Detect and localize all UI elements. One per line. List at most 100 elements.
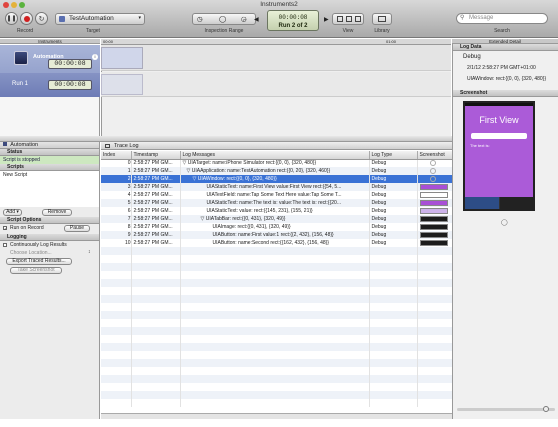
screenshot-preview[interactable]: First View The text is: [463, 101, 535, 211]
screenshot-thumbnail[interactable] [419, 183, 448, 190]
previous-run-icon[interactable]: ◀ [254, 16, 259, 23]
table-row[interactable]: 5 2:58:27 PM GM... UIAStaticText: name:The… [101, 199, 453, 207]
detail-jump-bar[interactable]: Trace Log [101, 142, 452, 150]
cell-screenshot[interactable] [417, 223, 453, 231]
cell-screenshot[interactable] [417, 239, 453, 247]
logging-header[interactable]: Logging [0, 234, 99, 241]
view-control[interactable] [332, 13, 364, 25]
continuous-log-checkbox[interactable] [3, 243, 7, 247]
screenshot-thumbnail[interactable] [419, 239, 448, 246]
script-buttons: Add ▾ Remove [0, 207, 99, 217]
column-header-log-messages[interactable]: Log Messages [180, 151, 370, 160]
cell-message: UIAStaticText: name:The text is: value:T… [180, 199, 370, 207]
cell-screenshot[interactable] [417, 231, 453, 239]
inspection-range-control[interactable]: ◷ ◯ ◶ [192, 13, 256, 25]
column-header-index[interactable]: Index [101, 151, 132, 160]
record-button[interactable] [20, 12, 33, 25]
screenshot-thumbnail[interactable] [419, 231, 448, 238]
take-screenshot-button[interactable]: Take Screenshot [10, 267, 62, 274]
run-on-record-checkbox[interactable]: ✓ [3, 226, 7, 231]
cell-screenshot[interactable] [417, 159, 453, 167]
remove-script-button[interactable]: Remove [42, 209, 72, 216]
table-scrollbar[interactable] [101, 413, 452, 419]
column-header-timestamp[interactable]: Timestamp [131, 151, 181, 160]
screenshot-thumbnail[interactable] [429, 160, 436, 167]
cell-timestamp: 2:58:27 PM GM... [131, 199, 181, 207]
restart-button[interactable]: ↻ [35, 12, 48, 25]
empty-cell [180, 391, 370, 399]
slider-knob[interactable] [543, 406, 549, 412]
table-row[interactable]: 3 2:58:27 PM GM... UIAStaticText: name:Fir… [101, 183, 453, 191]
scripts-header[interactable]: Scripts [0, 164, 99, 171]
screenshot-thumbnail[interactable] [419, 207, 448, 214]
library-button[interactable] [372, 13, 392, 25]
view-left-pane-icon[interactable] [337, 16, 343, 22]
detail-log-time: 2/1/12 2:58:27 PM GMT+01:00 [467, 65, 536, 71]
cell-screenshot[interactable] [417, 183, 453, 191]
column-header-screenshot[interactable]: Screenshot [417, 151, 453, 160]
range-start-icon[interactable]: ◷ [197, 15, 203, 23]
table-row[interactable]: 1 2:58:27 PM GM... ▽ UIAApplication: name:… [101, 167, 453, 175]
pause-script-button[interactable]: Pause [64, 225, 90, 232]
empty-row [101, 311, 453, 319]
script-list[interactable] [0, 179, 99, 207]
table-row[interactable]: 8 2:58:27 PM GM... UIAImage: rect:{{0, 431… [101, 223, 453, 231]
rotate-icon[interactable]: ◯ [501, 219, 508, 226]
target-popup[interactable]: TestAutomation ▾ [55, 13, 145, 25]
trace-log-label[interactable]: Trace Log [114, 143, 139, 149]
screenshot-thumbnail[interactable] [419, 191, 448, 198]
search-input[interactable]: ⚲ Message [456, 13, 548, 24]
screenshot-thumbnail[interactable] [419, 223, 448, 230]
empty-cell [131, 311, 181, 319]
zoom-slider[interactable] [457, 406, 555, 412]
range-end-icon[interactable]: ◶ [241, 15, 247, 23]
view-bottom-pane-icon[interactable] [346, 16, 352, 22]
cell-screenshot[interactable] [417, 215, 453, 223]
range-clear-icon[interactable]: ◯ [219, 15, 226, 23]
empty-cell [101, 359, 132, 367]
run-track[interactable] [101, 72, 451, 97]
automation-track[interactable] [101, 45, 451, 71]
cell-screenshot[interactable] [417, 199, 453, 207]
table-row[interactable]: 0 2:58:27 PM GM... ▽ UIATarget: name:iPhon… [101, 159, 453, 167]
pause-button[interactable]: ❚❚ [5, 12, 18, 25]
cell-screenshot[interactable] [417, 191, 453, 199]
screenshot-header[interactable]: Screenshot [453, 90, 558, 97]
screenshot-thumbnail[interactable] [419, 215, 448, 222]
screenshot-thumbnail[interactable] [419, 199, 448, 206]
status-header[interactable]: Status [0, 149, 99, 156]
empty-cell [180, 351, 370, 359]
next-run-icon[interactable]: ▶ [324, 16, 329, 23]
location-stepper-icon[interactable]: ↕ [88, 249, 91, 255]
empty-cell [101, 383, 132, 391]
view-right-pane-icon[interactable] [355, 16, 361, 22]
table-row[interactable]: 6 2:58:27 PM GM... UIAStaticText: value: r… [101, 207, 453, 215]
script-options-header[interactable]: Script Options [0, 217, 99, 224]
screenshot-thumbnail[interactable] [429, 167, 436, 174]
restart-icon: ↻ [38, 15, 45, 23]
column-header-log-type[interactable]: Log Type [369, 151, 418, 160]
choose-location-row[interactable]: Choose Location... ↕ [0, 249, 99, 257]
table-row[interactable]: 2 2:58:27 PM GM... ▽ UIAWindow: rect:{{0, … [101, 175, 453, 183]
table-row[interactable]: 4 2:58:27 PM GM... UIATextField: name:Tap … [101, 191, 453, 199]
table-row[interactable]: 7 2:58:27 PM GM... ▽ UIATabBar: rect:{{0, … [101, 215, 453, 223]
cell-message: ▽ UIAApplication: name:TestAutomation re… [180, 167, 370, 175]
add-script-button[interactable]: Add ▾ [3, 209, 22, 216]
cell-index: 0 [101, 159, 132, 167]
run-row[interactable]: Run 1 00:00:08 [0, 73, 100, 97]
empty-cell [101, 351, 132, 359]
empty-cell [131, 335, 181, 343]
script-item[interactable]: New Script [0, 171, 99, 179]
export-traced-results-button[interactable]: Export Traced Results... [6, 258, 72, 265]
cell-screenshot[interactable] [417, 167, 453, 175]
phone-text-label: The text is: [470, 143, 490, 148]
log-data-header[interactable]: Log Data [453, 44, 558, 51]
empty-cell [180, 279, 370, 287]
screenshot-row: Take Screenshot [0, 266, 99, 275]
cell-screenshot[interactable] [417, 207, 453, 215]
info-icon[interactable]: i [92, 54, 98, 60]
screenshot-thumbnail[interactable] [429, 175, 436, 182]
table-row[interactable]: 10 2:58:27 PM GM... UIAButton: name:Second… [101, 239, 453, 247]
cell-screenshot[interactable] [417, 175, 453, 183]
table-row[interactable]: 9 2:58:27 PM GM... UIAButton: name:First v… [101, 231, 453, 239]
